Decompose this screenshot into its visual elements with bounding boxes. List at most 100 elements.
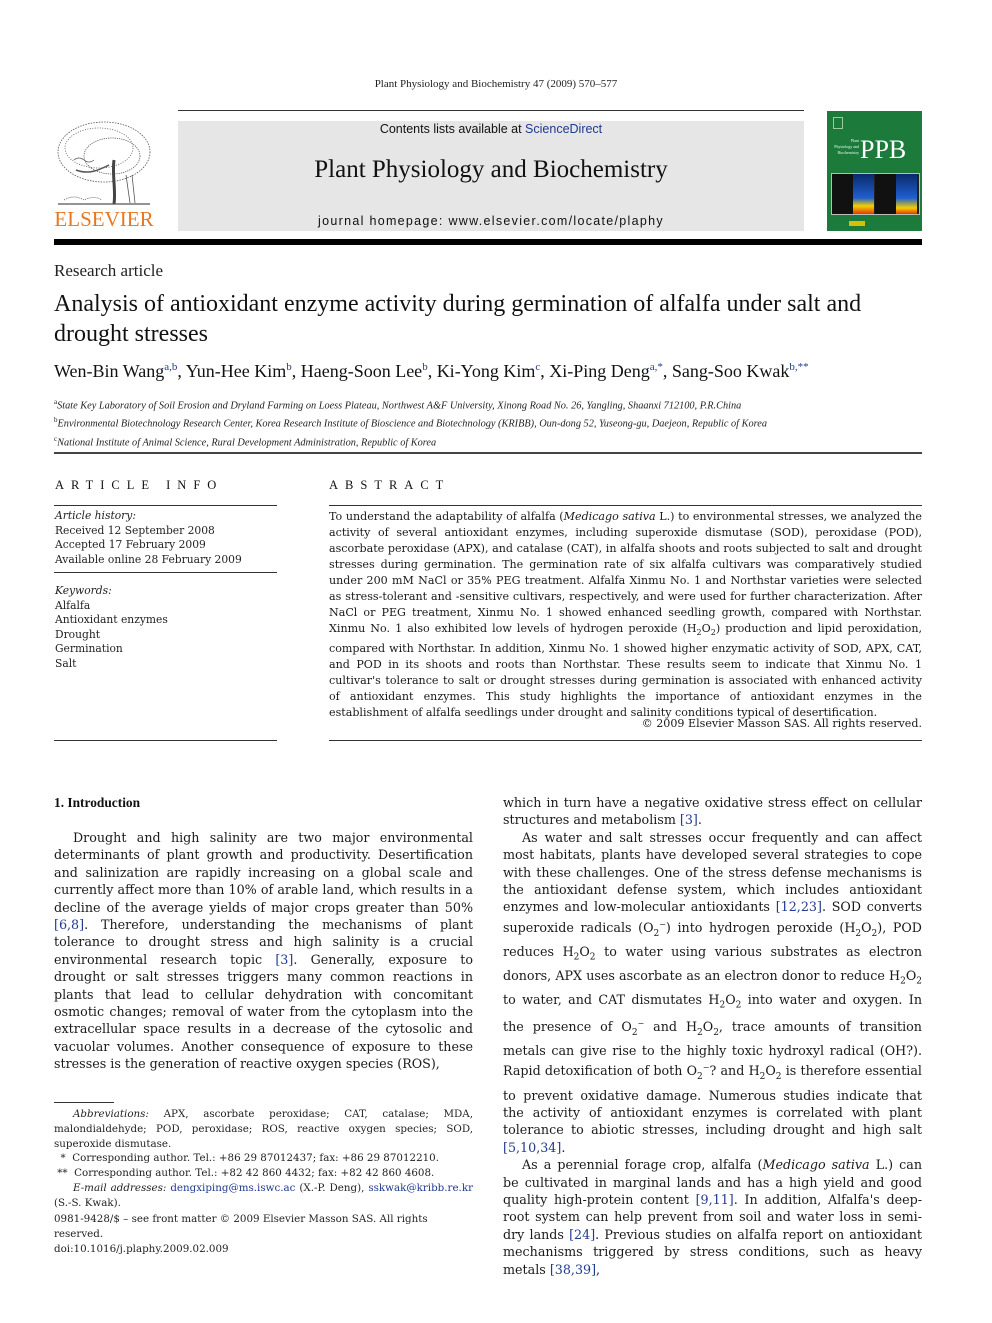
subscript: 2 — [653, 928, 660, 939]
text-run: O — [725, 991, 736, 1007]
author-separator: , — [291, 361, 301, 381]
text-run: To understand the adaptability of alfalf… — [329, 510, 564, 523]
tree-icon — [57, 121, 151, 205]
email-link[interactable]: dengxiping@ms.iswc.ac — [170, 1182, 295, 1194]
author-separator: , — [177, 361, 186, 381]
body-column-right: which in turn have a negative oxidative … — [503, 794, 922, 1278]
text-run: O — [702, 1019, 714, 1035]
header-rule — [178, 110, 804, 111]
author[interactable]: Haeng-Soon Leeb — [301, 361, 428, 381]
history-label: Article history: — [55, 509, 136, 522]
author[interactable]: Yun-Hee Kimb — [186, 361, 292, 381]
author[interactable]: Ki-Yong Kimc — [437, 361, 541, 381]
citation-link[interactable]: [9,11] — [696, 1192, 734, 1207]
cover-footer-logo-icon — [849, 221, 865, 226]
article-history: Article history: Received 12 September 2… — [55, 509, 242, 567]
species-name: Medicago sativa — [762, 1157, 870, 1173]
text-run: which in turn have a negative oxidative … — [503, 795, 922, 828]
text-run: O — [579, 944, 590, 960]
cover-abbrev: PPB — [860, 135, 907, 164]
paragraph: Drought and high salinity are two major … — [54, 829, 473, 1073]
text-run: O — [765, 1063, 776, 1079]
article-title: Analysis of antioxidant enzyme activity … — [54, 291, 862, 347]
contents-prefix: Contents lists available at — [379, 122, 526, 136]
divider — [54, 505, 277, 506]
text-run: . — [697, 812, 702, 828]
subscript: 2 — [916, 976, 922, 987]
citation-link[interactable]: [5,10,34] — [503, 1140, 561, 1155]
text-run: O — [905, 967, 917, 983]
author-affil-mark[interactable]: a,* — [650, 361, 663, 373]
article-info-heading: ARTICLE INFO — [55, 478, 224, 492]
journal-homepage-link[interactable]: journal homepage: www.elsevier.com/locat… — [178, 214, 804, 228]
author-separator: , — [427, 361, 437, 381]
author-name: Yun-Hee Kim — [185, 361, 287, 381]
cover-subtitle: Plant Physiology and Biochemistry — [834, 138, 859, 155]
author-name: Haeng-Soon Lee — [300, 361, 423, 381]
email-link[interactable]: sskwak@kribb.re.kr — [368, 1182, 473, 1194]
text-run: . — [561, 1139, 566, 1155]
history-online: Available online 28 February 2009 — [55, 552, 242, 566]
elsevier-wordmark: ELSEVIER — [54, 207, 154, 231]
footnote-text: Corresponding author. Tel.: +82 42 860 4… — [74, 1167, 435, 1180]
divider — [54, 572, 277, 573]
text-run: As a perennial forage crop, alfalfa ( — [522, 1157, 763, 1173]
text-run: O — [701, 622, 711, 635]
cover-image — [831, 173, 920, 215]
abstract-heading: ABSTRACT — [329, 478, 451, 492]
affiliation: bEnvironmental Biotechnology Research Ce… — [54, 413, 934, 431]
footnote-mark: ** — [57, 1167, 68, 1180]
elsevier-logo[interactable]: ELSEVIER — [54, 120, 154, 232]
text-run: . Generally, exposure to drought or salt… — [54, 951, 473, 1072]
citation-link[interactable]: [38,39] — [550, 1262, 596, 1277]
citation-link[interactable]: [24] — [569, 1227, 595, 1242]
keyword: Drought — [55, 627, 101, 641]
sciencedirect-link[interactable]: ScienceDirect — [525, 122, 602, 136]
footnote-corresponding-1: * Corresponding author. Tel.: +86 29 870… — [54, 1151, 473, 1166]
footnote-label: Abbreviations: — [73, 1108, 149, 1120]
text-run: O — [861, 920, 872, 936]
author[interactable]: Wen-Bin Wanga,b — [54, 361, 177, 381]
section-heading-introduction: 1. Introduction — [54, 795, 141, 810]
history-accepted: Accepted 17 February 2009 — [55, 538, 206, 551]
article-type: Research article — [54, 261, 164, 280]
issn-line: 0981-9428/$ – see front matter © 2009 El… — [54, 1213, 428, 1240]
text-run: ) into hydrogen peroxide (H — [665, 920, 856, 936]
author-name: Wen-Bin Wang — [54, 361, 165, 381]
text-run: and H — [644, 1019, 698, 1035]
citation-link[interactable]: [3] — [680, 812, 698, 827]
keywords: Keywords: Alfalfa Antioxidant enzymes Dr… — [55, 584, 168, 671]
divider — [54, 740, 277, 741]
author-separator: , — [662, 361, 672, 381]
citation-link[interactable]: [12,23] — [776, 899, 822, 914]
paragraph: which in turn have a negative oxidative … — [503, 794, 922, 829]
journal-cover[interactable]: Plant Physiology and Biochemistry PPB — [827, 111, 922, 231]
subscript: 2 — [697, 1072, 703, 1083]
running-head: Plant Physiology and Biochemistry 47 (20… — [374, 78, 618, 90]
affiliations: aState Key Laboratory of Soil Erosion an… — [54, 395, 934, 450]
footnote-abbreviations: Abbreviations: APX, ascorbate peroxidase… — [54, 1107, 473, 1151]
footnote-mark: * — [60, 1152, 66, 1165]
author[interactable]: Sang-Soo Kwakb,** — [672, 361, 809, 381]
text-run: Drought and high salinity are two major … — [54, 830, 473, 915]
doi-link[interactable]: doi:10.1016/j.plaphy.2009.02.009 — [54, 1242, 473, 1257]
footnote-text: (S.-S. Kwak). — [54, 1196, 121, 1209]
author[interactable]: Xi-Ping Denga,* — [549, 361, 663, 381]
citation-link[interactable]: [3] — [275, 952, 293, 967]
footnote-text: (X.-P. Deng), — [295, 1181, 369, 1194]
author-name: Ki-Yong Kim — [436, 361, 536, 381]
section-rule — [54, 452, 922, 454]
footnotes: Abbreviations: APX, ascorbate peroxidase… — [54, 1107, 473, 1211]
author-name: Sang-Soo Kwak — [671, 361, 790, 381]
author-affil-mark[interactable]: b,** — [789, 361, 808, 373]
footnote-label: E-mail addresses: — [73, 1181, 167, 1194]
citation-link[interactable]: [6,8] — [54, 917, 84, 932]
superscript: − — [659, 919, 666, 929]
contents-line: Contents lists available at ScienceDirec… — [178, 122, 804, 136]
author-affil-mark[interactable]: a,b — [164, 361, 177, 373]
abstract-copyright: © 2009 Elsevier Masson SAS. All rights r… — [641, 717, 922, 730]
paragraph: As water and salt stresses occur frequen… — [503, 829, 922, 1156]
species-name: Medicago sativa — [563, 510, 656, 523]
subscript: 2 — [631, 1027, 638, 1038]
divider — [329, 505, 922, 506]
